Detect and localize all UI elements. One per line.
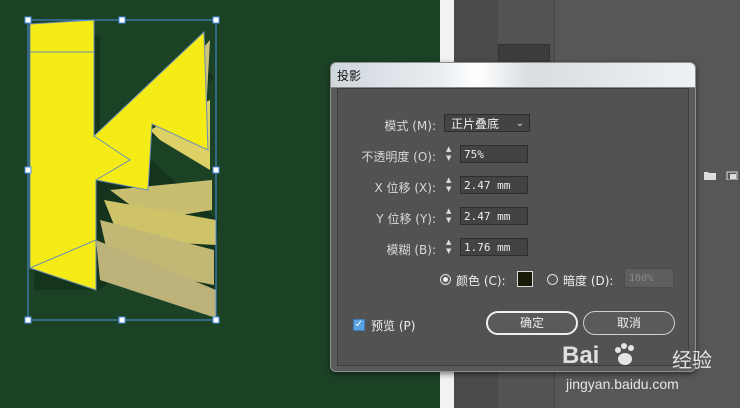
darkness-label: 暗度 (D): <box>563 274 614 288</box>
mode-value: 正片叠底 <box>451 117 500 131</box>
selection-handle <box>24 316 32 324</box>
selection-handle <box>24 166 32 174</box>
cancel-button[interactable]: 取消 <box>583 311 675 335</box>
dialog-body: 模式 (M): 正片叠底 ⌄ 不透明度 (O): ▲ ▼ 75% X 位移 (X)… <box>337 88 689 366</box>
dialog-title: 投影 <box>337 69 362 83</box>
y-offset-field[interactable]: 2.47 mm <box>460 207 528 225</box>
drop-shadow-dialog: 投影 模式 (M): 正片叠底 ⌄ 不透明度 (O): ▲ ▼ 75% X 位移 … <box>330 62 696 372</box>
y-offset-stepper[interactable]: ▲ ▼ <box>446 207 456 225</box>
color-label: 颜色 (C): <box>456 274 506 288</box>
chevron-down-icon[interactable]: ▼ <box>446 217 451 224</box>
new-layer-icon[interactable] <box>726 170 738 181</box>
selection-handle <box>118 316 126 324</box>
selection-handle <box>212 316 220 324</box>
opacity-stepper[interactable]: ▲ ▼ <box>446 145 456 163</box>
chevron-up-icon[interactable]: ▲ <box>446 146 451 153</box>
mode-label: 模式 (M): <box>384 119 436 133</box>
chevron-down-icon[interactable]: ▼ <box>446 155 451 162</box>
x-offset-stepper[interactable]: ▲ ▼ <box>446 176 456 194</box>
selection-handle <box>212 16 220 24</box>
chevron-up-icon[interactable]: ▲ <box>446 177 451 184</box>
darkness-radio[interactable] <box>547 274 558 285</box>
opacity-label: 不透明度 (O): <box>361 150 436 164</box>
chevron-down-icon[interactable]: ▼ <box>446 186 451 193</box>
chevron-up-icon[interactable]: ▲ <box>446 239 451 246</box>
blur-label: 模糊 (B): <box>386 243 436 257</box>
ok-button[interactable]: 确定 <box>486 311 578 335</box>
x-offset-field[interactable]: 2.47 mm <box>460 176 528 194</box>
preview-checkbox[interactable]: ✓ <box>353 319 365 331</box>
selection-handle <box>118 16 126 24</box>
y-offset-label: Y 位移 (Y): <box>376 212 436 226</box>
folder-icon[interactable] <box>704 170 716 180</box>
color-radio[interactable] <box>440 274 451 285</box>
selection-handle <box>212 166 220 174</box>
chevron-up-icon[interactable]: ▲ <box>446 208 451 215</box>
chevron-down-icon[interactable]: ▼ <box>446 248 451 255</box>
dialog-titlebar[interactable]: 投影 <box>331 63 695 88</box>
selection-handle <box>24 16 32 24</box>
shadow-color-swatch[interactable] <box>517 271 533 287</box>
preview-label: 预览 (P) <box>371 319 416 333</box>
chevron-down-icon: ⌄ <box>515 118 524 129</box>
opacity-field[interactable]: 75% <box>460 145 528 163</box>
panel-tab[interactable] <box>498 44 550 64</box>
blur-stepper[interactable]: ▲ ▼ <box>446 238 456 256</box>
blur-field[interactable]: 1.76 mm <box>460 238 528 256</box>
mode-select[interactable]: 正片叠底 ⌄ <box>444 114 530 132</box>
x-offset-label: X 位移 (X): <box>374 181 436 195</box>
darkness-field: 100% <box>624 268 674 288</box>
panel-icons <box>698 170 738 183</box>
